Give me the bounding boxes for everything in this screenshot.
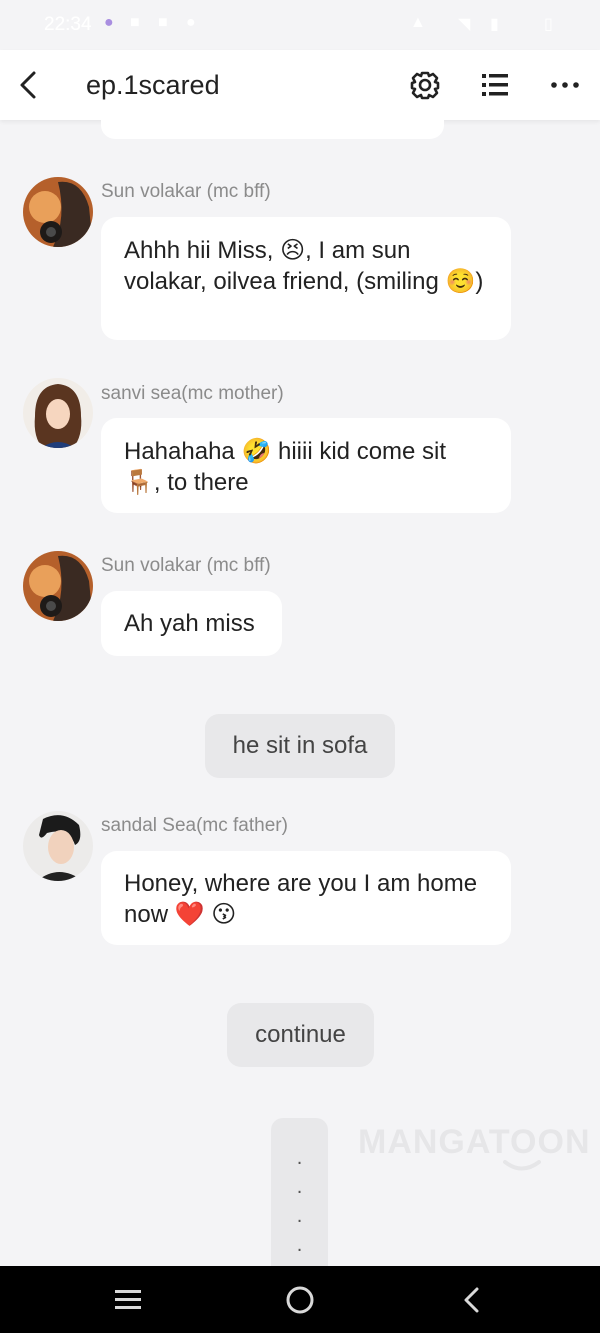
home-circle-icon [286,1286,314,1314]
avatar-image [23,811,93,881]
kissing-face-emoji-icon: 😗 [211,900,237,928]
signal-icon: ▮ [490,16,499,33]
avatar-image [23,551,93,621]
avatar-image [23,378,93,448]
settings-button[interactable] [405,66,445,104]
dot: . [296,1176,303,1198]
watermark-smile-icon [503,1160,541,1171]
episode-list-button[interactable] [475,66,515,104]
avatar-image [23,177,93,247]
message-bubble: Honey, where are you I am home now ❤️ 😗 [101,851,511,945]
gear-icon [410,71,440,100]
avatar-sun-volakar [23,177,93,247]
dot: . [296,1205,303,1227]
message-text: Ah yah miss [124,610,255,637]
message-text: Ahhh hii Miss, [124,237,281,264]
story-feed[interactable]: Sun volakar (mc bff) Ahhh hii Miss, 😣, I… [0,120,600,1266]
dot: . [296,1234,303,1256]
top-app-bar: ep.1scared [0,50,600,120]
app-notification-icon: ● [104,14,114,31]
back-button[interactable] [12,66,48,104]
status-bar: 22:34 ● ■ ■ ● ▲ ◥ ▮ ▯ [0,0,600,50]
message-text: ) [475,268,484,295]
previous-message-bubble [101,120,444,139]
speaker-name: Sun volakar (mc bff) [101,181,271,202]
confounded-face-emoji-icon: 😣 [280,236,306,264]
message-text: hiiii kid come sit [271,438,447,465]
smiling-face-emoji-icon: ☺️ [445,267,476,295]
home-button[interactable] [280,1280,320,1320]
more-horizontal-icon [551,82,579,88]
circle-notification-icon: ● [186,14,196,31]
speaker-name: sanvi sea(mc mother) [101,383,284,404]
narration-bubble: he sit in sofa [205,714,395,778]
system-back-button[interactable] [452,1280,492,1320]
mute-icon: ▲ [410,14,426,31]
avatar-sun-volakar [23,551,93,621]
continue-button[interactable]: continue [227,1003,374,1067]
avatar-sandal-sea [23,811,93,881]
speaker-name: sandal Sea(mc father) [101,815,288,836]
system-navigation-bar [0,1266,600,1333]
menu-icon [115,1290,141,1309]
loading-more-panel[interactable]: . . . . [271,1118,328,1266]
message-text: Hahahaha [124,438,242,465]
speaker-name: Sun volakar (mc bff) [101,555,271,576]
list-icon [482,74,508,96]
mangatoon-watermark: MANGATOON [358,1123,591,1161]
dot: . [296,1147,303,1169]
avatar-sanvi-sea [23,378,93,448]
rolling-laughing-emoji-icon: 🤣 [241,437,272,465]
battery-icon: ▯ [544,16,553,33]
recent-apps-button[interactable] [108,1280,148,1320]
message-bubble: Hahahaha 🤣 hiiii kid come sit 🪑, to ther… [101,418,511,513]
message-bubble: Ahhh hii Miss, 😣, I am sun volakar, oilv… [101,217,511,340]
wifi-icon: ◥ [458,16,471,33]
episode-title: ep.1scared [86,70,220,100]
chair-emoji-icon: 🪑 [124,468,154,496]
back-arrow-icon [464,1287,479,1313]
check-notification-icon: ■ [130,14,140,31]
youtube-notification-icon: ■ [158,14,168,31]
red-heart-emoji-icon: ❤️ [174,900,205,928]
message-bubble: Ah yah miss [101,591,282,656]
chevron-left-icon [20,71,36,99]
status-time: 22:34 [44,14,92,35]
message-text: , to there [153,469,249,496]
more-options-button[interactable] [545,66,585,104]
